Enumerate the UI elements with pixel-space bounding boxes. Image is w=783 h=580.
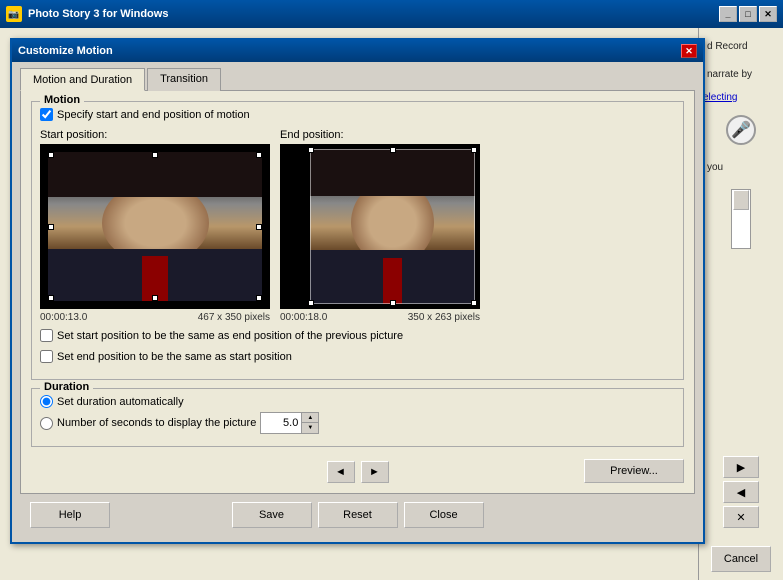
same-as-prev-label: Set start position to be the same as end… [57, 330, 403, 342]
spinner-down[interactable]: ▼ [302, 423, 318, 433]
titlebar-buttons: _ □ ✕ [719, 6, 777, 22]
cancel-button-right[interactable]: Cancel [711, 546, 771, 572]
dialog-titlebar: Customize Motion ✕ [12, 40, 703, 62]
images-row: Start position: [40, 129, 675, 323]
scroll-area[interactable] [731, 189, 751, 249]
bg-titlebar: 📷 Photo Story 3 for Windows _ □ ✕ [0, 0, 783, 28]
manual-duration-row: Number of seconds to display the picture… [40, 412, 675, 434]
handle-tr[interactable] [256, 152, 262, 158]
tab-panel-motion: Motion Specify start and end position of… [20, 90, 695, 494]
same-as-prev-checkbox[interactable] [40, 329, 53, 342]
right-panel-link[interactable]: electing [703, 92, 779, 103]
manual-duration-radio[interactable] [40, 417, 53, 430]
next-button[interactable]: ► [361, 461, 389, 483]
app-title: Photo Story 3 for Windows [28, 8, 168, 20]
start-time: 00:00:13.0 [40, 312, 87, 323]
end-position-meta: 00:00:18.0 350 x 263 pixels [280, 312, 480, 323]
end-position-section: End position: [280, 129, 480, 323]
handle-ml[interactable] [48, 224, 54, 230]
right-panel-text1: d Record [703, 36, 779, 58]
customize-motion-dialog: Customize Motion ✕ Motion and Duration T… [10, 38, 705, 544]
specify-motion-row: Specify start and end position of motion [40, 108, 675, 121]
handle-mr[interactable] [256, 224, 262, 230]
auto-duration-radio[interactable] [40, 395, 53, 408]
spinner-arrows: ▲ ▼ [301, 413, 318, 433]
handle-br[interactable] [256, 295, 262, 301]
duration-spinner[interactable]: 5.0 ▲ ▼ [260, 412, 319, 434]
end-handle-tl[interactable] [308, 147, 314, 153]
right-panel-text2: narrate by [703, 64, 779, 86]
right-panel: d Record narrate by electing 🎤 you ▶ ◀ ✕… [698, 28, 783, 580]
minimize-button[interactable]: _ [719, 6, 737, 22]
nav-row: ◄ ► [327, 461, 389, 483]
handle-bl[interactable] [48, 295, 54, 301]
start-size: 467 x 350 pixels [198, 312, 270, 323]
prev-button[interactable]: ◄ [327, 461, 355, 483]
help-button[interactable]: Help [30, 502, 110, 528]
dialog-content: Motion and Duration Transition Motion Sp… [12, 62, 703, 542]
scroll-thumb[interactable] [733, 190, 749, 210]
microphone-icon[interactable]: 🎤 [726, 115, 756, 145]
start-position-section: Start position: [40, 129, 270, 323]
app-close-button[interactable]: ✕ [759, 6, 777, 22]
same-as-start-row: Set end position to be the same as start… [40, 350, 675, 363]
end-handle-tr[interactable] [471, 147, 477, 153]
auto-duration-label: Set duration automatically [57, 396, 184, 408]
reset-button[interactable]: Reset [318, 502, 398, 528]
motion-group: Motion Specify start and end position of… [31, 101, 684, 380]
maximize-button[interactable]: □ [739, 6, 757, 22]
same-as-start-checkbox[interactable] [40, 350, 53, 363]
specify-motion-label: Specify start and end position of motion [57, 109, 250, 121]
handle-tl[interactable] [48, 152, 54, 158]
same-as-prev-row: Set start position to be the same as end… [40, 329, 675, 342]
end-time: 00:00:18.0 [280, 312, 327, 323]
end-handle-br[interactable] [471, 300, 477, 306]
end-position-label: End position: [280, 129, 480, 141]
app-icon: 📷 [6, 6, 22, 22]
tab-transition[interactable]: Transition [147, 68, 221, 91]
dialog-close-button[interactable]: ✕ [681, 44, 697, 58]
duration-input[interactable]: 5.0 [261, 416, 301, 430]
handle-bm[interactable] [152, 295, 158, 301]
bottom-checks: Set start position to be the same as end… [40, 329, 675, 363]
auto-duration-row: Set duration automatically [40, 395, 675, 408]
start-position-frame[interactable] [40, 144, 270, 309]
tab-bar: Motion and Duration Transition [20, 68, 695, 91]
end-position-frame[interactable] [280, 144, 480, 309]
end-handle-tm[interactable] [390, 147, 396, 153]
spinner-up[interactable]: ▲ [302, 413, 318, 423]
start-position-meta: 00:00:13.0 467 x 350 pixels [40, 312, 270, 323]
end-size: 350 x 263 pixels [408, 312, 480, 323]
right-panel-nav: ▶ ◀ ✕ [703, 456, 779, 528]
right-nav-right-button[interactable]: ▶ [723, 456, 759, 478]
manual-duration-label: Number of seconds to display the picture [57, 417, 256, 429]
end-handle-bm[interactable] [390, 300, 396, 306]
close-button[interactable]: Close [404, 502, 484, 528]
right-nav-left-button[interactable]: ◀ [723, 481, 759, 503]
right-nav-x-button[interactable]: ✕ [723, 506, 759, 528]
same-as-start-label: Set end position to be the same as start… [57, 351, 292, 363]
preview-button[interactable]: Preview... [584, 459, 684, 483]
specify-motion-checkbox[interactable] [40, 108, 53, 121]
duration-group-label: Duration [40, 381, 93, 393]
start-position-label: Start position: [40, 129, 270, 141]
end-handle-bl[interactable] [308, 300, 314, 306]
save-button[interactable]: Save [232, 502, 312, 528]
motion-group-label: Motion [40, 94, 84, 106]
duration-group: Duration Set duration automatically Numb… [31, 388, 684, 447]
dialog-title: Customize Motion [18, 45, 113, 57]
bottom-buttons: Help Save Reset Close [20, 494, 695, 534]
tab-motion-duration[interactable]: Motion and Duration [20, 68, 145, 91]
right-panel-text3: you [703, 157, 779, 179]
handle-tm[interactable] [152, 152, 158, 158]
